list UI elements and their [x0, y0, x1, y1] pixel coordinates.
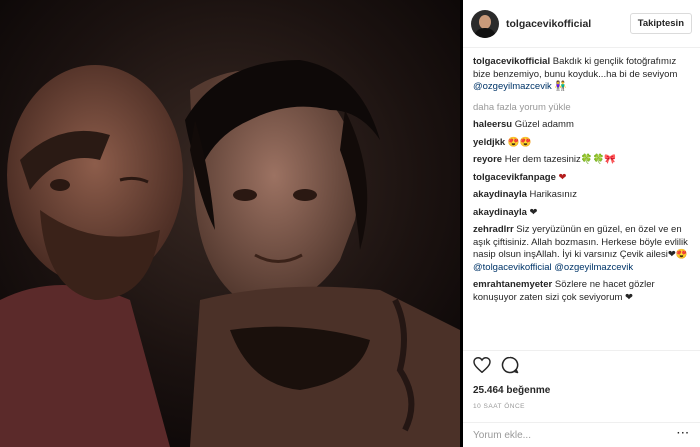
post-header: tolgacevikofficial Takiptesin [463, 0, 700, 48]
comment-text: Güzel adamm [514, 119, 574, 130]
comment-item: tolgacevikfanpage ❤ [473, 172, 693, 185]
comment-text: Harikasınız [529, 189, 578, 200]
post-timestamp: 10 SAAT ÖNCE [473, 403, 525, 410]
comments-list[interactable]: tolgacevikofficial Bakdık ki gençlik fot… [473, 56, 693, 346]
comment-username[interactable]: zehradlrr [473, 224, 514, 235]
comment-mentions[interactable]: @tolgacevikofficial @ozgeyilmazcevik [473, 262, 633, 273]
comment-item: zehradlrr Siz yeryüzünün en güzel, en öz… [473, 224, 693, 274]
comment-item: yeldjkk 😍😍 [473, 137, 693, 150]
comment-username[interactable]: akaydinayla [473, 207, 527, 218]
comment-item: emrahtanemyeter Sözlere ne hacet gözler … [473, 279, 693, 304]
comment-username[interactable]: akaydinayla [473, 189, 527, 200]
comment-username[interactable]: tolgacevikfanpage [473, 172, 556, 183]
comment-item: akaydinayla Harikasınız [473, 189, 693, 202]
load-more-comments[interactable]: daha fazla yorum yükle [473, 102, 693, 115]
likes-count[interactable]: 25.464 beğenme [473, 385, 690, 396]
comment-username[interactable]: yeldjkk [473, 137, 505, 148]
avatar[interactable] [471, 9, 499, 38]
heart-icon[interactable] [473, 356, 491, 378]
comment-text: Her dem tazesiniz🍀🍀🎀 [504, 154, 617, 165]
more-options-icon[interactable]: ··· [677, 428, 690, 439]
comment-username[interactable]: haleersu [473, 119, 512, 130]
caption-mention[interactable]: @ozgeyilmazcevik [473, 81, 552, 92]
post-actions: 25.464 beğenme 10 SAAT ÖNCE [463, 350, 700, 410]
post-photo [0, 0, 460, 447]
caption-emoji: 👫 [554, 81, 567, 92]
comment-icon[interactable] [501, 356, 519, 379]
comment-item: reyore Her dem tazesiniz🍀🍀🎀 [473, 154, 693, 167]
comment-item: haleersu Güzel adamm [473, 119, 693, 132]
comment-username[interactable]: emrahtanemyeter [473, 279, 552, 290]
comment-text: ❤ [529, 206, 538, 218]
comment-item: akaydinayla ❤ [473, 207, 693, 220]
comment-username[interactable]: reyore [473, 154, 502, 165]
header-username[interactable]: tolgacevikofficial [506, 18, 630, 30]
comment-text: ❤ [558, 171, 567, 183]
caption: tolgacevikofficial Bakdık ki gençlik fot… [473, 56, 693, 94]
caption-username[interactable]: tolgacevikofficial [473, 56, 550, 67]
comment-input[interactable]: Yorum ekle... [473, 430, 531, 441]
photo-illustration [0, 0, 460, 447]
comment-text: 😍😍 [507, 136, 532, 148]
follow-button[interactable]: Takiptesin [629, 13, 692, 34]
add-comment-bar: Yorum ekle... ··· [463, 422, 700, 447]
post-sidebar: tolgacevikofficial Takiptesin tolgacevik… [463, 0, 700, 447]
